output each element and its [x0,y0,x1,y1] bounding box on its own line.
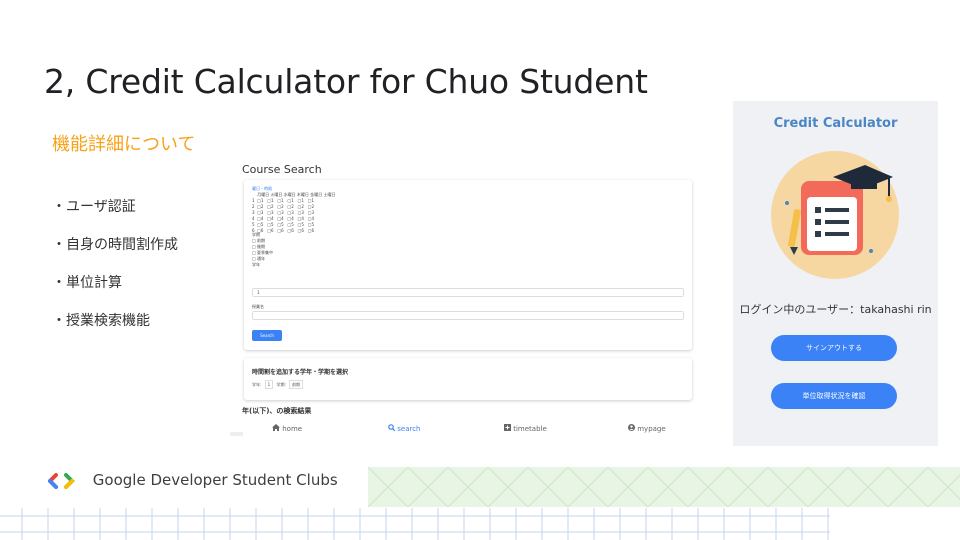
results-title: 年(以下)、の検索結果 [242,407,312,415]
feature-item: ・授業検索機能 [52,313,150,329]
search-form-card: 曜日・時限 月曜日 火曜日 水曜日 木曜日 金曜日 土曜日 1 □1 □1 □1… [244,180,692,350]
gdsc-brand: Google Developer Student Clubs [48,471,338,489]
bottom-tab-bar: home search timetable mypage [230,420,706,436]
logged-in-user: ログイン中のユーザー：takahashi rin [739,303,932,316]
course-search-title: Course Search [242,163,322,176]
tab-home[interactable]: home [272,424,302,433]
gdsc-brand-text: Google Developer Student Clubs [92,471,338,489]
course-search-screenshot: Course Search 曜日・時限 月曜日 火曜日 水曜日 木曜日 金曜日 … [230,158,706,440]
tab-timetable-label: timetable [513,425,547,433]
search-icon [388,424,396,432]
term-prefix: 学期: [276,382,286,387]
search-button[interactable]: Search [252,330,282,341]
decorative-triangle-band [368,467,960,507]
course-name-label: 授業名 [252,304,264,309]
term-select[interactable]: 前期 [289,380,304,389]
grade-input[interactable]: 1 [252,288,684,297]
feature-item: ・単位計算 [52,275,122,291]
feature-item: ・自身の時間割作成 [52,237,178,253]
feature-item: ・ユーザ認証 [52,199,136,215]
slide-subtitle: 機能詳細について [52,134,196,155]
course-name-input[interactable] [252,311,684,320]
grade-prefix: 学年: [252,382,262,387]
tab-home-label: home [282,425,303,433]
timetable-card-title: 時間割を追加する学年・学期を選択 [252,369,349,376]
grade-label: 学年 [252,262,260,267]
tab-timetable[interactable]: timetable [504,424,547,433]
user-icon [628,424,635,431]
home-icon [272,424,280,431]
timetable-select-card: 時間割を追加する学年・学期を選択 学年: 1 学期: 前期 [244,358,692,400]
graduation-calculator-icon [771,151,899,279]
feature-list: ・ユーザ認証 ・自身の時間割作成 ・単位計算 ・授業検索機能 [52,196,178,348]
decorative-grid-band [0,508,830,540]
slide-title: 2, Credit Calculator for Chuo Student [44,62,648,101]
check-credits-button[interactable]: 単位取得状況を確認 [771,383,897,409]
grade-select[interactable]: 1 [264,380,274,389]
app-title: Credit Calculator [773,116,898,131]
signout-button[interactable]: サインアウトする [771,335,897,361]
status-note [230,432,244,436]
mobile-screenshot: Credit Calculator ログイン中のユーザー：takahashi r… [733,101,938,446]
calendar-plus-icon [504,424,511,431]
tab-mypage-label: mypage [637,425,666,433]
tab-search[interactable]: search [388,424,421,433]
tab-search-label: search [397,425,421,433]
grade-term-row: 学年: 1 学期: 前期 [252,380,305,389]
gdsc-logo-icon [48,472,75,489]
tab-mypage[interactable]: mypage [628,424,666,433]
period-checkbox-grid[interactable]: 月曜日 火曜日 水曜日 木曜日 金曜日 土曜日 1 □1 □1 □1 □1 □1… [252,192,335,234]
